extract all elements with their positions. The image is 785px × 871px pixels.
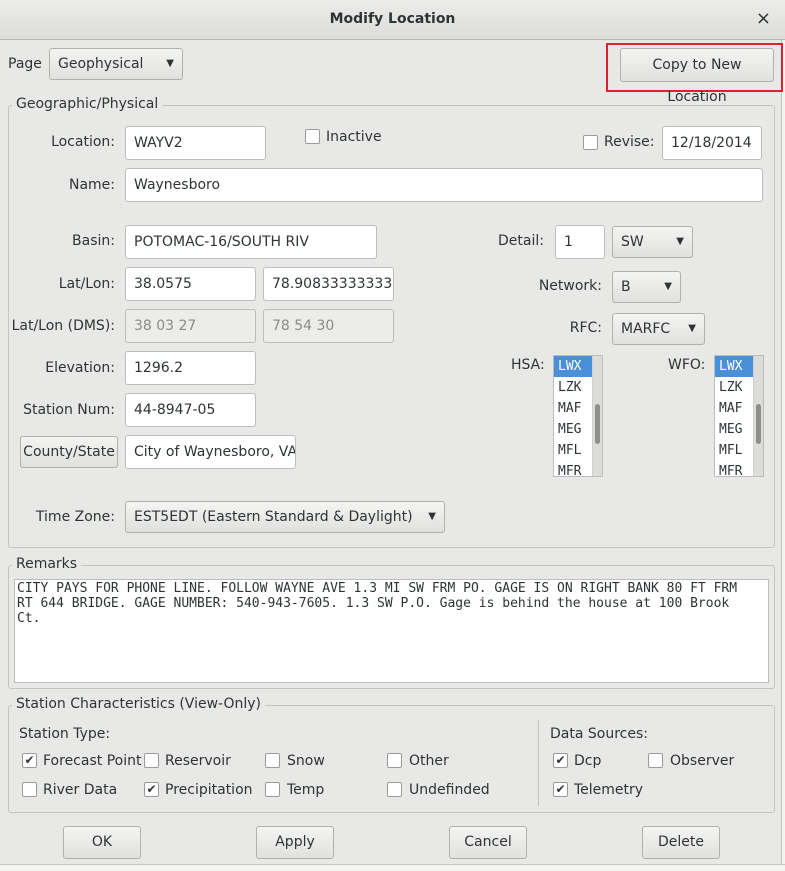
dcp-checkbox: ✔ <box>553 753 568 768</box>
detail-input[interactable]: 1 <box>555 225 605 259</box>
page-label: Page <box>8 56 42 72</box>
page-select[interactable]: Geophysical ▼ <box>49 48 183 80</box>
undefinded-label: Undefinded <box>409 782 490 798</box>
lat-input[interactable]: 38.0575 <box>125 267 256 301</box>
cancel-button[interactable]: Cancel <box>449 826 527 859</box>
divider <box>538 720 539 806</box>
scrollbar-thumb[interactable] <box>595 404 600 444</box>
revise-label: Revise: <box>604 134 655 150</box>
basin-input[interactable]: POTOMAC-16/SOUTH RIV <box>125 225 377 259</box>
title-bar: Modify Location × <box>0 0 785 40</box>
timezone-value: EST5EDT (Eastern Standard & Daylight) <box>134 509 413 525</box>
chevron-down-icon: ▼ <box>688 323 696 334</box>
network-value: B <box>621 279 631 295</box>
data-sources-label: Data Sources: <box>550 726 648 742</box>
station-type-label: Station Type: <box>19 726 111 742</box>
precipitation-checkbox: ✔ <box>144 782 159 797</box>
river-data-label: River Data <box>43 782 118 798</box>
network-select[interactable]: B ▼ <box>612 271 681 303</box>
forecast-point-label: Forecast Point <box>43 753 142 769</box>
undefinded-checkbox <box>387 782 402 797</box>
hsa-list[interactable]: LWX LZK MAF MEG MFL MFR <box>553 355 603 477</box>
station-num-label: Station Num: <box>23 402 115 418</box>
delete-button[interactable]: Delete <box>642 826 720 859</box>
apply-button[interactable]: Apply <box>256 826 334 859</box>
inactive-label: Inactive <box>326 129 382 145</box>
chevron-down-icon: ▼ <box>664 281 672 292</box>
name-input[interactable]: Waynesboro <box>125 168 763 202</box>
network-label: Network: <box>538 278 602 294</box>
lon-input[interactable]: 78.908333333333 <box>263 267 394 301</box>
wfo-label: WFO: <box>668 357 706 373</box>
other-checkbox <box>387 753 402 768</box>
timezone-select[interactable]: EST5EDT (Eastern Standard & Daylight) ▼ <box>125 501 445 533</box>
lat-dms-input: 38 03 27 <box>125 309 256 343</box>
chevron-down-icon: ▼ <box>428 511 436 522</box>
river-data-checkbox <box>22 782 37 797</box>
chevron-down-icon: ▼ <box>166 58 174 69</box>
scrollbar-thumb[interactable] <box>756 404 761 444</box>
page-select-value: Geophysical <box>58 56 144 72</box>
background-window-edge <box>781 40 785 864</box>
inactive-checkbox[interactable] <box>305 129 320 144</box>
wfo-scrollbar[interactable] <box>753 356 763 476</box>
hsa-label: HSA: <box>511 357 545 373</box>
hsa-scrollbar[interactable] <box>592 356 602 476</box>
elevation-label: Elevation: <box>45 360 115 376</box>
telemetry-checkbox: ✔ <box>553 782 568 797</box>
reservoir-checkbox <box>144 753 159 768</box>
latlon-dms-label: Lat/Lon (DMS): <box>11 318 115 334</box>
wfo-list[interactable]: LWX LZK MAF MEG MFL MFR <box>714 355 764 477</box>
background-window-strip <box>0 864 785 871</box>
rfc-label: RFC: <box>569 320 602 336</box>
location-input[interactable]: WAYV2 <box>125 126 266 160</box>
observer-label: Observer <box>670 753 735 769</box>
snow-checkbox <box>265 753 280 768</box>
latlon-label: Lat/Lon: <box>58 276 115 292</box>
chevron-down-icon: ▼ <box>676 236 684 247</box>
close-icon[interactable]: × <box>756 8 771 29</box>
reservoir-label: Reservoir <box>165 753 231 769</box>
window-title: Modify Location <box>329 11 456 27</box>
temp-checkbox <box>265 782 280 797</box>
rfc-select[interactable]: MARFC ▼ <box>612 313 705 345</box>
remarks-title: Remarks <box>12 556 82 572</box>
station-num-input[interactable]: 44-8947-05 <box>125 393 256 427</box>
copy-to-new-location-button[interactable]: Copy to New Location <box>620 48 774 105</box>
revise-date-input[interactable]: 12/18/2014 <box>662 126 762 160</box>
other-label: Other <box>409 753 449 769</box>
basin-label: Basin: <box>72 233 115 249</box>
station-characteristics-title: Station Characteristics (View-Only) <box>12 696 265 712</box>
detail-direction-select[interactable]: SW ▼ <box>612 226 693 258</box>
revise-checkbox[interactable] <box>583 135 598 150</box>
telemetry-label: Telemetry <box>574 782 644 798</box>
detail-label: Detail: <box>498 233 544 249</box>
remarks-textarea[interactable]: CITY PAYS FOR PHONE LINE. FOLLOW WAYNE A… <box>14 579 769 683</box>
snow-label: Snow <box>287 753 325 769</box>
county-state-button[interactable]: County/State <box>20 436 118 468</box>
elevation-input[interactable]: 1296.2 <box>125 351 256 385</box>
ok-button[interactable]: OK <box>63 826 141 859</box>
forecast-point-checkbox: ✔ <box>22 753 37 768</box>
county-input[interactable]: City of Waynesboro, VA <box>125 435 296 469</box>
timezone-label: Time Zone: <box>35 509 115 525</box>
rfc-value: MARFC <box>621 321 671 337</box>
precipitation-label: Precipitation <box>165 782 253 798</box>
lon-dms-input: 78 54 30 <box>263 309 394 343</box>
dcp-label: Dcp <box>574 753 602 769</box>
detail-direction-value: SW <box>621 234 644 250</box>
temp-label: Temp <box>287 782 325 798</box>
name-label: Name: <box>68 177 115 193</box>
observer-checkbox <box>648 753 663 768</box>
location-label: Location: <box>51 134 115 150</box>
geographic-physical-title: Geographic/Physical <box>12 96 163 112</box>
